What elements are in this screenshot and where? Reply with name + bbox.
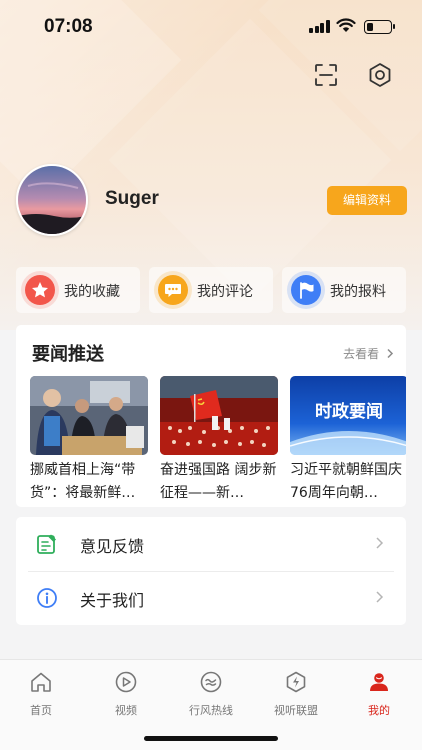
- my-favorites-button[interactable]: 我的收藏: [16, 267, 140, 313]
- battery-icon: [364, 20, 395, 34]
- news-item-title: 挪威首相上海“带货”：将最新鲜…: [30, 462, 136, 501]
- about-us-label: 关于我们: [80, 591, 145, 610]
- news-thumbnail: 时政要闻: [290, 376, 406, 455]
- see-more-link[interactable]: 去看看: [343, 345, 394, 362]
- news-item-title: 奋进强国路 阔步新征程——新…: [160, 462, 277, 501]
- my-favorites-label: 我的收藏: [64, 284, 120, 300]
- tab-profile-label: 我的: [368, 704, 390, 717]
- tab-video-label: 视频: [115, 704, 137, 717]
- chevron-right-icon: [387, 348, 394, 359]
- status-time: 07:08: [44, 16, 93, 37]
- tab-profile[interactable]: 我的: [349, 670, 409, 718]
- tab-alliance[interactable]: 视听联盟: [266, 670, 326, 718]
- chevron-right-icon: [376, 537, 384, 549]
- username: Suger: [105, 188, 159, 209]
- news-section-title: 要闻推送: [32, 344, 104, 365]
- info-icon: [37, 588, 57, 608]
- flag-icon: [291, 275, 321, 305]
- my-reports-button[interactable]: 我的报料: [282, 267, 406, 313]
- feedback-row[interactable]: 意见反馈: [16, 517, 406, 572]
- status-bar: 07:08: [0, 0, 422, 54]
- news-thumbnail: [30, 376, 148, 455]
- home-icon: [31, 672, 51, 692]
- chevron-right-icon: [376, 591, 384, 603]
- tab-hotline[interactable]: 行风热线: [181, 670, 241, 718]
- tab-home-label: 首页: [30, 704, 52, 717]
- news-item[interactable]: 挪威首相上海“带货”：将最新鲜…: [30, 376, 148, 505]
- edit-profile-button[interactable]: 编辑资料: [327, 186, 407, 215]
- scan-button[interactable]: [312, 61, 340, 89]
- settings-menu: 意见反馈 关于我们: [16, 517, 406, 625]
- my-comments-button[interactable]: 我的评论: [149, 267, 273, 313]
- home-indicator: [144, 736, 278, 741]
- gear-icon: [369, 63, 391, 87]
- scan-icon: [315, 64, 337, 86]
- news-thumbnail: [160, 376, 278, 455]
- feedback-label: 意见反馈: [80, 537, 145, 556]
- my-reports-label: 我的报料: [330, 284, 386, 300]
- wifi-icon: [336, 18, 356, 32]
- tab-home[interactable]: 首页: [11, 670, 71, 718]
- signal-icon: [309, 20, 330, 33]
- hotline-icon: [200, 671, 222, 693]
- alliance-icon: [286, 671, 306, 693]
- see-more-label: 去看看: [343, 347, 380, 361]
- about-us-row[interactable]: 关于我们: [16, 571, 406, 625]
- tab-hotline-label: 行风热线: [189, 704, 233, 717]
- news-image-caption: 时政要闻: [315, 401, 383, 422]
- tab-alliance-label: 视听联盟: [274, 704, 318, 717]
- news-push-section: 要闻推送 去看看 挪威首相上海“带货”：将最新鲜… 奋进强国路 阔步新征程——新…: [16, 325, 406, 507]
- star-icon: [25, 275, 55, 305]
- settings-button[interactable]: [366, 61, 394, 89]
- news-item[interactable]: 奋进强国路 阔步新征程——新…: [160, 376, 278, 505]
- avatar[interactable]: [16, 164, 88, 236]
- news-item-title: 习近平就朝鲜国庆76周年向朝…: [290, 462, 402, 501]
- tab-video[interactable]: 视频: [96, 670, 156, 718]
- video-icon: [115, 671, 137, 693]
- profile-icon: [370, 673, 388, 691]
- comment-icon: [158, 275, 188, 305]
- feedback-icon: [37, 534, 56, 554]
- news-item[interactable]: 时政要闻 习近平就朝鲜国庆76周年向朝…: [290, 376, 406, 505]
- my-comments-label: 我的评论: [197, 284, 253, 300]
